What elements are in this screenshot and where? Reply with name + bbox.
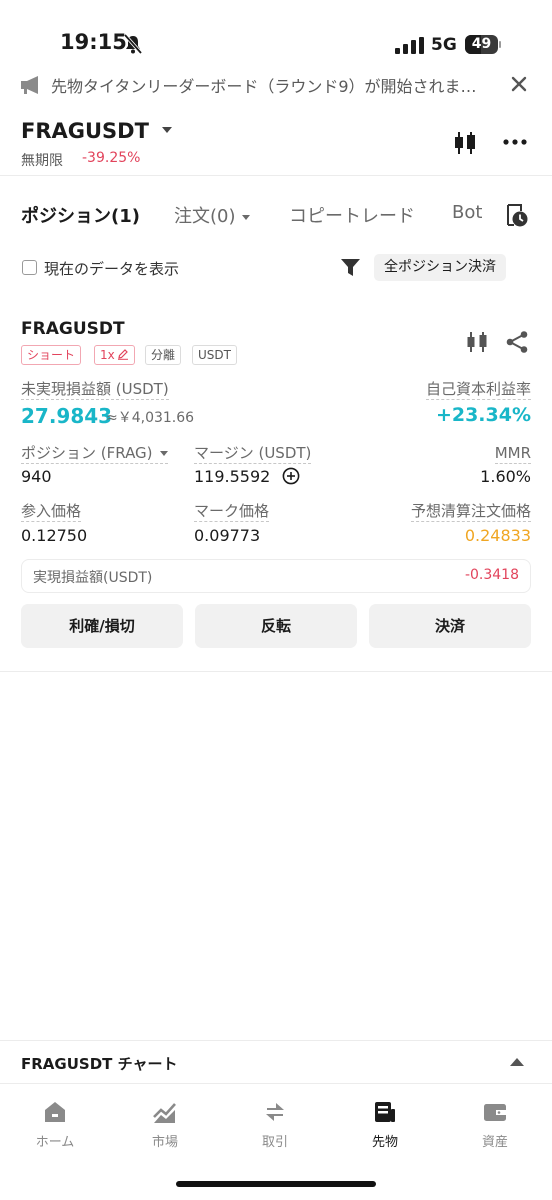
nav-assets-label: 資産 <box>481 1135 508 1150</box>
candlestick-icon[interactable] <box>465 330 489 354</box>
show-current-checkbox[interactable] <box>22 260 37 275</box>
unrealized-pnl-jpy: ≈￥4,031.66 <box>106 410 195 426</box>
close-all-button[interactable]: 全ポジション決済 <box>374 254 506 281</box>
side-tag: ショート <box>21 345 82 365</box>
filter-icon[interactable] <box>340 258 361 277</box>
close-icon[interactable] <box>509 74 529 94</box>
reverse-button[interactable]: 反転 <box>195 604 357 648</box>
position-size-label[interactable]: ポジション (FRAG) <box>21 443 168 464</box>
bottom-nav: ホーム 市場 取引 先物 資産 <box>0 1085 552 1165</box>
position-tabs: ポジション(1) 注文(0) コピートレード Bot <box>0 190 552 240</box>
liq-price-label[interactable]: 予想清算注文価格 <box>410 501 531 522</box>
chevron-down-icon[interactable] <box>162 127 172 133</box>
realized-pnl-label[interactable]: 実現損益額(USDT) <box>33 567 152 587</box>
share-icon[interactable] <box>505 330 529 354</box>
entry-price-value: 0.12750 <box>21 526 88 545</box>
market-icon <box>153 1103 176 1123</box>
candlestick-icon[interactable] <box>452 130 478 156</box>
battery-icon: 49 <box>465 35 501 54</box>
symbol-selector[interactable]: FRAGUSDT <box>21 119 149 143</box>
chevron-up-icon[interactable] <box>510 1058 524 1066</box>
filter-row: 現在のデータを表示 全ポジション決済 <box>0 250 552 286</box>
tab-positions[interactable]: ポジション(1) <box>21 202 140 228</box>
nav-home[interactable]: ホーム <box>0 1099 110 1150</box>
margin-value: 119.5592 <box>194 467 271 486</box>
position-card: FRAGUSDT ショート 1x 分離 USDT 未実現損益額 (USDT) 自… <box>0 310 552 672</box>
liq-price-value: 0.24833 <box>464 526 531 545</box>
status-time: 19:15 <box>60 30 127 54</box>
trade-icon <box>266 1103 284 1121</box>
unrealized-pnl-label[interactable]: 未実現損益額 (USDT) <box>21 379 169 400</box>
show-current-label[interactable]: 現在のデータを表示 <box>44 258 179 279</box>
chart-toggle-bar[interactable]: FRAGUSDT チャート <box>0 1040 552 1084</box>
settle-tag: USDT <box>192 345 237 365</box>
chevron-down-icon <box>241 214 250 220</box>
mmr-value: 1.60% <box>480 467 531 486</box>
more-icon[interactable] <box>502 138 528 146</box>
position-size-label-text: ポジション (FRAG) <box>21 444 153 462</box>
megaphone-icon <box>21 76 38 94</box>
signal-icon <box>395 37 424 54</box>
history-icon[interactable] <box>505 202 529 228</box>
bell-off-icon <box>123 33 143 55</box>
battery-level: 49 <box>471 36 492 52</box>
announcement-bar[interactable]: 先物タイタンリーダーボード（ラウンド9）が開始されま… <box>0 62 552 106</box>
margin-mode-tag: 分離 <box>145 345 182 365</box>
close-position-button[interactable]: 決済 <box>369 604 531 648</box>
network-type: 5G <box>431 35 457 55</box>
tab-copy-trade[interactable]: コピートレード <box>289 202 415 228</box>
nav-trade[interactable]: 取引 <box>220 1099 330 1150</box>
chart-toggle-label: FRAGUSDT チャート <box>21 1055 178 1073</box>
nav-futures-label: 先物 <box>371 1135 398 1150</box>
nav-market-label: 市場 <box>151 1135 178 1150</box>
home-icon <box>45 1102 65 1122</box>
announcement-text[interactable]: 先物タイタンリーダーボード（ラウンド9）が開始されま… <box>51 73 496 97</box>
mark-price-label[interactable]: マーク価格 <box>194 501 270 522</box>
tab-orders[interactable]: 注文(0) <box>174 202 250 228</box>
futures-icon <box>375 1102 395 1122</box>
tab-bot[interactable]: Bot <box>452 202 482 223</box>
entry-price-label[interactable]: 参入価格 <box>21 501 82 522</box>
tab-orders-label: 注文(0) <box>174 206 236 227</box>
realized-pnl-value: -0.3418 <box>464 567 519 583</box>
nav-market[interactable]: 市場 <box>110 1099 220 1150</box>
nav-home-label: ホーム <box>35 1135 75 1150</box>
unrealized-pnl-value: 27.9843 <box>21 404 113 428</box>
leverage-tag[interactable]: 1x <box>94 345 135 365</box>
nav-futures[interactable]: 先物 <box>330 1099 440 1150</box>
contract-type: 無期限 <box>21 153 63 169</box>
status-bar: 19:15 5G 49 <box>0 0 552 62</box>
leverage-value: 1x <box>100 348 115 362</box>
mark-price-value: 0.09773 <box>194 526 261 545</box>
nav-trade-label: 取引 <box>261 1135 288 1150</box>
add-margin-icon[interactable] <box>282 467 300 485</box>
chevron-down-icon <box>159 451 168 456</box>
position-size-value: 940 <box>21 467 52 486</box>
wallet-icon <box>484 1104 506 1121</box>
position-symbol: FRAGUSDT <box>21 319 125 339</box>
edit-icon <box>117 349 128 360</box>
home-indicator <box>176 1181 376 1187</box>
roe-label[interactable]: 自己資本利益率 <box>425 379 531 400</box>
nav-assets[interactable]: 資産 <box>440 1099 550 1150</box>
realized-pnl-row: 実現損益額(USDT) -0.3418 <box>21 559 531 593</box>
roe-value: +23.34% <box>435 404 531 426</box>
tpsl-button[interactable]: 利確/損切 <box>21 604 183 648</box>
symbol-header: FRAGUSDT 無期限 -39.25% <box>0 110 552 176</box>
mmr-label[interactable]: MMR <box>494 443 531 464</box>
margin-label[interactable]: マージン (USDT) <box>194 443 312 464</box>
price-change: -39.25% <box>82 150 141 166</box>
